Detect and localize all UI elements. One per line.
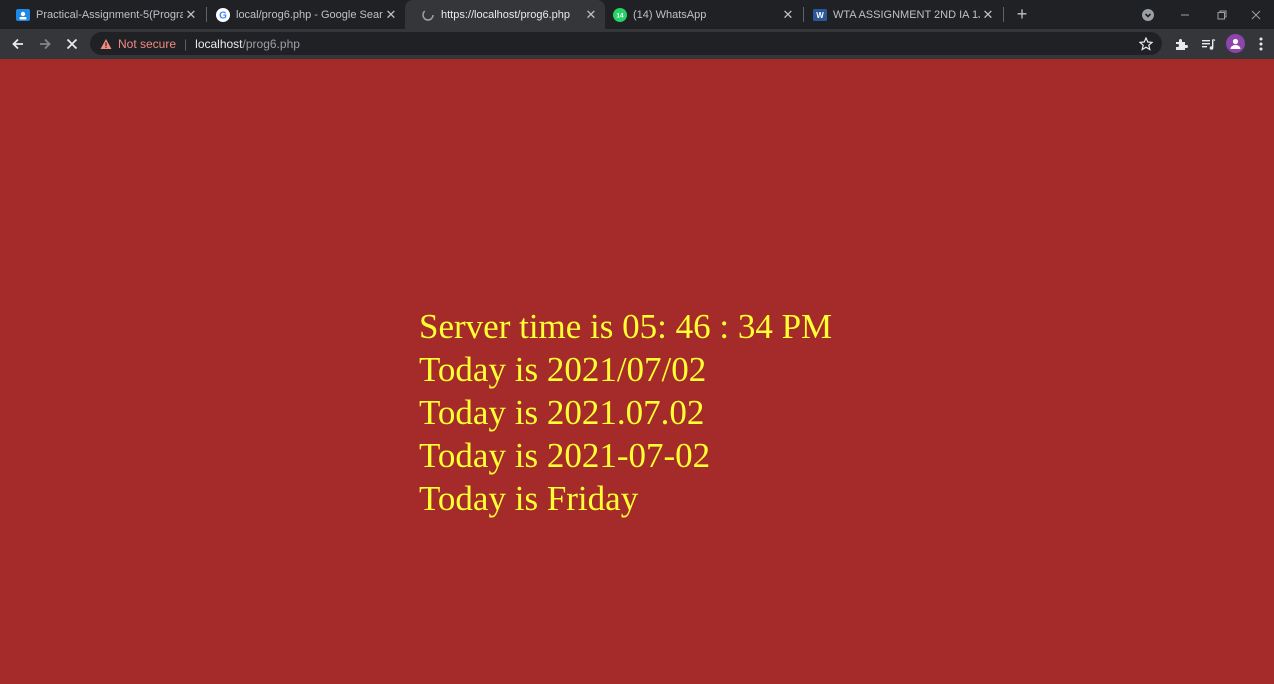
tab-title: local/prog6.php - Google Search: [236, 8, 383, 21]
url-host: localhost: [195, 36, 243, 51]
tab-wta-assignment[interactable]: W WTA ASSIGNMENT 2ND IA 1JT1 ✕: [797, 0, 1002, 29]
menu-button[interactable]: [1252, 35, 1270, 53]
page-content: Server time is 05: 46 : 34 PM Today is 2…: [0, 59, 1274, 684]
tab-separator: [1003, 7, 1004, 22]
warning-icon[interactable]: [100, 38, 112, 50]
browser-toolbar: Not secure | localhost/prog6.php: [0, 29, 1274, 59]
php-output: Server time is 05: 46 : 34 PM Today is 2…: [419, 305, 832, 520]
playlist-music-icon: [1201, 38, 1215, 50]
close-tab-icon[interactable]: ✕: [980, 7, 996, 23]
minimize-icon: [1181, 14, 1189, 15]
stop-loading-button[interactable]: [60, 32, 84, 56]
restore-icon: [1217, 10, 1227, 19]
minimize-button[interactable]: [1166, 0, 1204, 29]
profile-avatar[interactable]: [1226, 34, 1245, 53]
security-label[interactable]: Not secure: [118, 37, 176, 51]
close-icon: [1251, 10, 1261, 19]
extensions-button[interactable]: [1172, 35, 1190, 53]
tab-search-button[interactable]: [1129, 0, 1167, 29]
address-bar[interactable]: Not secure | localhost/prog6.php: [90, 32, 1162, 55]
tab-title: WTA ASSIGNMENT 2ND IA 1JT1: [833, 8, 980, 21]
svg-text:14: 14: [616, 12, 624, 19]
tab-google-search[interactable]: G local/prog6.php - Google Search ✕: [200, 0, 405, 29]
puzzle-icon: [1175, 38, 1188, 50]
media-control-button[interactable]: [1199, 35, 1217, 53]
arrow-left-icon: [12, 38, 23, 50]
back-button[interactable]: [6, 32, 30, 56]
tab-title: (14) WhatsApp: [633, 8, 707, 21]
restore-button[interactable]: [1203, 0, 1241, 29]
whatsapp-icon: 14: [613, 7, 627, 22]
weekday-line: Today is Friday: [419, 479, 639, 518]
person-icon: [1230, 38, 1241, 49]
date-dot-line: Today is 2021.07.02: [419, 393, 705, 432]
tab-localhost-prog6[interactable]: https://localhost/prog6.php ✕: [405, 0, 605, 29]
svg-text:W: W: [816, 11, 824, 20]
url-path: /prog6.php: [242, 36, 300, 51]
tab-title: https://localhost/prog6.php: [441, 8, 571, 21]
date-slash-line: Today is 2021/07/02: [419, 350, 707, 389]
more-vert-icon: [1259, 37, 1263, 51]
chevron-down-icon: [1142, 8, 1154, 21]
browser-chrome: Practical-Assignment-5(Program ✕ G local…: [0, 0, 1274, 59]
loading-icon: [421, 8, 435, 22]
bookmark-star-icon[interactable]: [1138, 36, 1154, 52]
tab-practical-assignment[interactable]: Practical-Assignment-5(Program ✕: [0, 0, 205, 29]
close-window-button[interactable]: [1238, 0, 1274, 29]
date-dash-line: Today is 2021-07-02: [419, 436, 711, 475]
close-tab-icon[interactable]: ✕: [383, 7, 399, 23]
tab-title: Practical-Assignment-5(Program: [36, 8, 183, 21]
classroom-icon: [16, 8, 30, 22]
arrow-right-icon: [40, 38, 51, 50]
svg-text:G: G: [219, 10, 227, 21]
forward-button[interactable]: [33, 32, 57, 56]
address-separator: |: [184, 36, 188, 51]
google-icon: G: [216, 7, 230, 22]
stop-icon: [66, 38, 78, 50]
server-time-line: Server time is 05: 46 : 34 PM: [419, 307, 833, 346]
close-tab-icon[interactable]: ✕: [780, 7, 796, 23]
word-icon: W: [813, 8, 827, 22]
new-tab-button[interactable]: +: [1012, 4, 1032, 24]
tab-strip: Practical-Assignment-5(Program ✕ G local…: [0, 0, 1274, 29]
close-tab-icon[interactable]: ✕: [183, 7, 199, 23]
tab-whatsapp[interactable]: 14 (14) WhatsApp ✕: [597, 0, 802, 29]
